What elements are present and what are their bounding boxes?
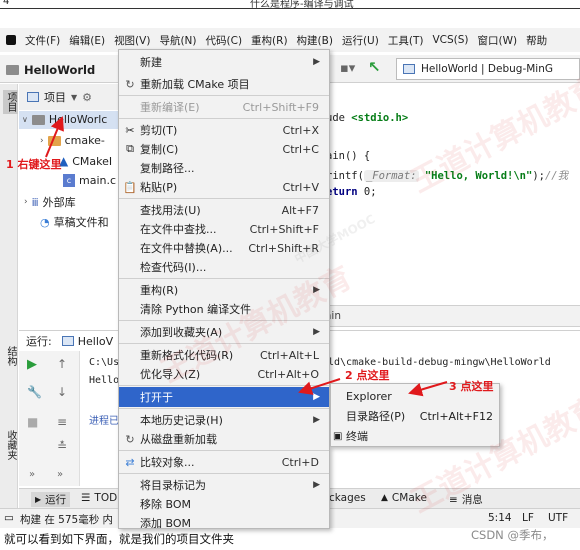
csdn-watermark: CSDN @季布， — [471, 528, 554, 542]
annotation-arrow-step2 — [298, 378, 341, 395]
annotation-step2: 2 点这里 — [345, 369, 390, 382]
annotation-arrow-step1 — [45, 116, 64, 158]
annotation-step3: 3 点这里 — [449, 380, 494, 393]
annotation-arrows — [45, 116, 448, 397]
annotation-arrow-step3 — [408, 381, 448, 397]
annotation-step1: 1 右键这里 — [6, 158, 62, 171]
document-caption: 就可以看到如下界面，就是我们的项目文件夹 — [4, 532, 234, 546]
